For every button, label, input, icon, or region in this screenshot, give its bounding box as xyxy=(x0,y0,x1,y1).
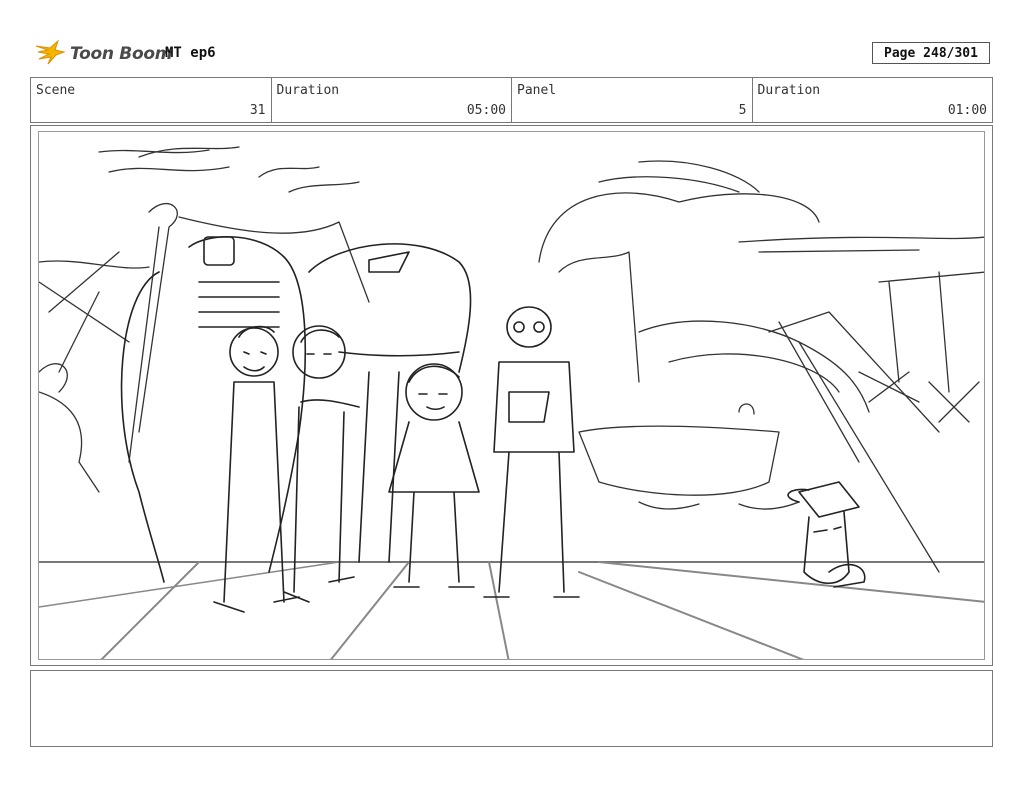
background-sketch xyxy=(39,146,984,659)
scene-value: 31 xyxy=(249,103,266,118)
scene-cell: Scene 31 xyxy=(31,78,272,122)
toon-boom-star-icon xyxy=(34,38,66,70)
panel-cell: Panel 5 xyxy=(512,78,753,122)
scene-duration-label: Duration xyxy=(276,83,340,98)
panel-value: 5 xyxy=(738,103,747,118)
toon-boom-logo: Toon Boom xyxy=(34,38,172,70)
storyboard-panel xyxy=(30,125,993,666)
panel-duration-cell: Duration 01:00 xyxy=(753,78,993,122)
panel-duration-value: 01:00 xyxy=(947,103,987,118)
scene-duration-value: 05:00 xyxy=(466,103,506,118)
characters-sketch xyxy=(120,235,866,613)
scene-duration-cell: Duration 05:00 xyxy=(272,78,512,122)
panel-label: Panel xyxy=(517,83,557,98)
document-title: MT ep6 xyxy=(165,45,216,61)
info-row: Scene 31 Duration 05:00 Panel 5 Duration… xyxy=(30,77,993,123)
sketch-drawing xyxy=(39,146,984,659)
scene-label: Scene xyxy=(36,83,76,98)
panel-notes-box xyxy=(30,670,993,747)
logo-text: Toon Boom xyxy=(70,44,173,64)
page-indicator: Page 248/301 xyxy=(872,42,990,64)
panel-drawing-area xyxy=(38,131,985,660)
panel-duration-label: Duration xyxy=(757,83,821,98)
